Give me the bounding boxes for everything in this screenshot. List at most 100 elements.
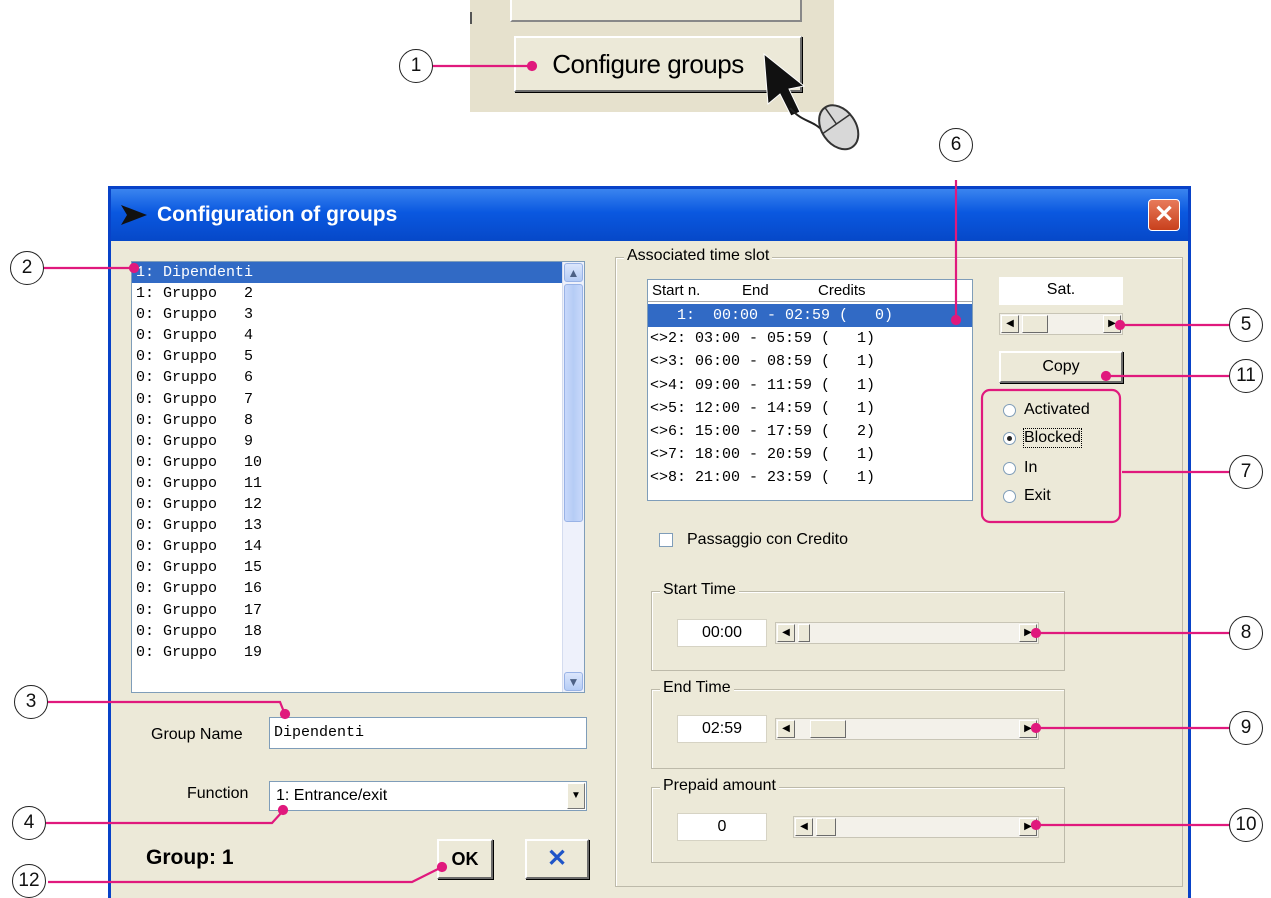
radio-in-label: In (1024, 459, 1038, 476)
time-slot-row[interactable]: <>2: 03:00 - 05:59 ( 1) (648, 327, 972, 350)
end-time-thumb[interactable] (810, 720, 846, 738)
scroll-right-icon[interactable]: ▶ (1019, 720, 1037, 738)
start-time-thumb[interactable] (798, 624, 810, 642)
radio-blocked-label: Blocked (1023, 428, 1082, 448)
checkbox-box[interactable] (659, 533, 673, 547)
configure-groups-button[interactable]: Configure groups (514, 36, 802, 92)
group-name-input[interactable]: Dipendenti (269, 717, 587, 749)
end-time-value: 02:59 (677, 715, 767, 743)
group-list-scrollbar[interactable]: ▲ ▼ (562, 262, 584, 692)
group-list-item[interactable]: 1: Gruppo 2 (132, 283, 562, 304)
frame-fragment (470, 12, 480, 24)
time-slot-row[interactable]: <>8: 21:00 - 23:59 ( 1) (648, 466, 972, 489)
callout-1: 1 (399, 49, 433, 83)
callout-6: 6 (939, 128, 973, 162)
radio-dot[interactable] (1003, 461, 1016, 475)
group-list-item[interactable]: 0: Gruppo 9 (132, 431, 562, 452)
header-start: Start n. (652, 282, 701, 299)
time-slot-list[interactable]: Start n. End Credits 1: 00:00 - 02:59 ( … (647, 279, 973, 501)
scroll-right-icon[interactable]: ▶ (1019, 624, 1037, 642)
prepaid-thumb[interactable] (816, 818, 836, 836)
radio-in[interactable]: In (1003, 459, 1037, 477)
group-list-item[interactable]: 0: Gruppo 3 (132, 304, 562, 325)
radio-exit-label: Exit (1024, 487, 1051, 504)
group-list-item[interactable]: 0: Gruppo 18 (132, 621, 562, 642)
dialog-titlebar: Configuration of groups ✕ (111, 189, 1188, 241)
group-list-item[interactable]: 0: Gruppo 4 (132, 325, 562, 346)
scroll-up-icon[interactable]: ▲ (564, 263, 583, 282)
group-list-item[interactable]: 0: Gruppo 10 (132, 452, 562, 473)
group-list-item[interactable]: 0: Gruppo 11 (132, 473, 562, 494)
callout-8: 8 (1229, 616, 1263, 650)
prepaid-value: 0 (677, 813, 767, 841)
scroll-left-icon[interactable]: ◀ (795, 818, 813, 836)
group-list-item[interactable]: 0: Gruppo 14 (132, 536, 562, 557)
group-list-item[interactable]: 0: Gruppo 8 (132, 410, 562, 431)
time-slot-row[interactable]: <>5: 12:00 - 14:59 ( 1) (648, 397, 972, 420)
group-list-item[interactable]: 0: Gruppo 13 (132, 515, 562, 536)
credit-checkbox-label: Passaggio con Credito (687, 531, 848, 548)
group-rows: 1: Dipendenti 1: Gruppo 2 0: Gruppo 3 0: Gr… (132, 262, 562, 663)
prepaid-slider[interactable]: ◀ ▶ (793, 816, 1039, 838)
arrow-icon (121, 205, 147, 225)
header-end: End (742, 282, 769, 299)
callout-11: 11 (1229, 359, 1263, 393)
scroll-down-icon[interactable]: ▼ (564, 672, 583, 691)
time-slot-row[interactable]: <>3: 06:00 - 08:59 ( 1) (648, 350, 972, 373)
group-name-label: Group Name (151, 726, 243, 743)
scroll-thumb[interactable] (564, 284, 583, 522)
callout-3: 3 (14, 685, 48, 719)
radio-dot[interactable] (1003, 489, 1016, 503)
ok-button[interactable]: OK (437, 839, 493, 879)
group-list-item[interactable]: 0: Gruppo 19 (132, 642, 562, 663)
header-credits: Credits (818, 282, 866, 299)
function-label: Function (187, 785, 249, 802)
scroll-left-icon[interactable]: ◀ (777, 720, 795, 738)
scroll-right-icon[interactable]: ▶ (1103, 315, 1121, 333)
group-list-item[interactable]: 0: Gruppo 12 (132, 494, 562, 515)
prepaid-title: Prepaid amount (660, 777, 779, 795)
day-display: Sat. (999, 277, 1123, 305)
group-list-item[interactable]: 1: Dipendenti (132, 262, 562, 284)
group-list-item[interactable]: 0: Gruppo 6 (132, 367, 562, 388)
group-list-item[interactable]: 0: Gruppo 16 (132, 578, 562, 599)
callout-12: 12 (12, 864, 46, 898)
radio-dot-selected[interactable] (1003, 431, 1016, 445)
time-slot-row[interactable]: <>4: 09:00 - 11:59 ( 1) (648, 374, 972, 397)
scroll-right-icon[interactable]: ▶ (1019, 818, 1037, 836)
time-slot-row[interactable]: 1: 00:00 - 02:59 ( 0) (648, 304, 972, 328)
day-scrollbar[interactable]: ◀ ▶ (999, 313, 1123, 335)
dialog-title: Configuration of groups (157, 203, 398, 226)
radio-activated[interactable]: Activated (1003, 401, 1090, 419)
start-time-value: 00:00 (677, 619, 767, 647)
radio-exit[interactable]: Exit (1003, 487, 1051, 505)
start-time-slider[interactable]: ◀ ▶ (775, 622, 1039, 644)
group-list-item[interactable]: 0: Gruppo 17 (132, 600, 562, 621)
callout-5: 5 (1229, 308, 1263, 342)
copy-button[interactable]: Copy (999, 351, 1123, 383)
time-slot-rows: 1: 00:00 - 02:59 ( 0) <>2: 03:00 - 05:59 … (648, 304, 972, 490)
scroll-left-icon[interactable]: ◀ (1001, 315, 1019, 333)
callout-7: 7 (1229, 455, 1263, 489)
time-slot-row[interactable]: <>6: 15:00 - 17:59 ( 2) (648, 420, 972, 443)
function-select[interactable]: 1: Entrance/exit ▼ (269, 781, 587, 811)
end-time-slider[interactable]: ◀ ▶ (775, 718, 1039, 740)
callout-10: 10 (1229, 808, 1263, 842)
group-status: Group: 1 (146, 846, 234, 869)
group-list-item[interactable]: 0: Gruppo 15 (132, 557, 562, 578)
chevron-down-icon[interactable]: ▼ (567, 783, 585, 809)
close-icon[interactable]: ✕ (1148, 199, 1180, 231)
radio-blocked[interactable]: Blocked (1003, 428, 1082, 448)
cancel-button[interactable]: ✕ (525, 839, 589, 879)
radio-dot[interactable] (1003, 403, 1016, 417)
day-scroll-thumb[interactable] (1022, 315, 1048, 333)
scroll-left-icon[interactable]: ◀ (777, 624, 795, 642)
group-list-item[interactable]: 0: Gruppo 5 (132, 346, 562, 367)
group-list[interactable]: 1: Dipendenti 1: Gruppo 2 0: Gruppo 3 0: Gr… (131, 261, 585, 693)
button-fragment (510, 0, 802, 22)
time-slot-row[interactable]: <>7: 18:00 - 20:59 ( 1) (648, 443, 972, 466)
configuration-dialog: Configuration of groups ✕ 1: Dipendenti 1… (108, 186, 1191, 898)
credit-checkbox[interactable]: Passaggio con Credito (659, 531, 848, 549)
callout-9: 9 (1229, 711, 1263, 745)
group-list-item[interactable]: 0: Gruppo 7 (132, 389, 562, 410)
